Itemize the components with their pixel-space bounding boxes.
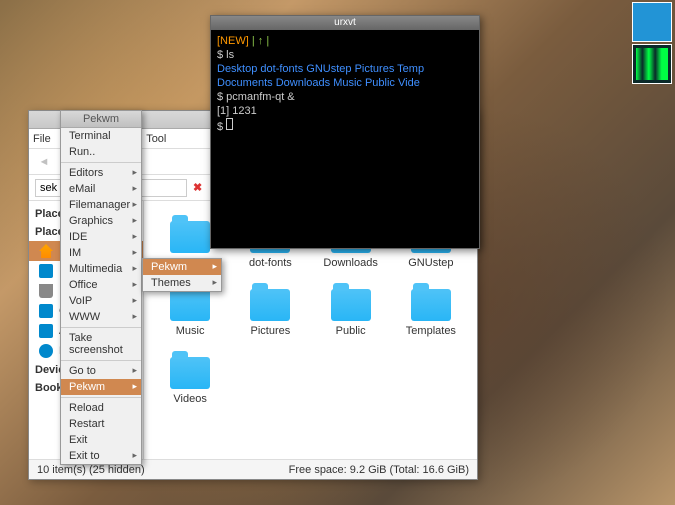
menu-tools[interactable]: Tool bbox=[146, 133, 166, 145]
menu-item-goto[interactable]: Go to bbox=[61, 363, 141, 379]
file-label: GNUstep bbox=[408, 257, 453, 269]
menu-item-ide[interactable]: IDE bbox=[61, 229, 141, 245]
file-label: Music bbox=[176, 325, 205, 337]
menu-item-restart[interactable]: Restart bbox=[61, 416, 141, 432]
network-icon bbox=[39, 344, 53, 358]
clear-path-icon[interactable]: ✖ bbox=[193, 181, 202, 194]
file-label: Templates bbox=[406, 325, 456, 337]
workspace-1[interactable] bbox=[632, 2, 672, 42]
file-item[interactable]: Music bbox=[154, 289, 226, 337]
file-label: Videos bbox=[173, 393, 206, 405]
status-space: Free space: 9.2 GiB (Total: 16.6 GiB) bbox=[289, 464, 469, 476]
trash-icon bbox=[39, 284, 53, 298]
file-item[interactable]: Pictures bbox=[234, 289, 306, 337]
menu-item-run[interactable]: Run.. bbox=[61, 144, 141, 160]
terminal-body[interactable]: [NEW] | ↑ | $ ls Desktop dot-fonts GNUst… bbox=[211, 30, 479, 138]
menu-item-multimedia[interactable]: Multimedia bbox=[61, 261, 141, 277]
folder-icon bbox=[250, 289, 290, 321]
file-item[interactable]: Videos bbox=[154, 357, 226, 405]
menu-item-voip[interactable]: VoIP bbox=[61, 293, 141, 309]
menu-item-filemanager[interactable]: Filemanager bbox=[61, 197, 141, 213]
folder-icon bbox=[331, 289, 371, 321]
file-item[interactable]: Public bbox=[315, 289, 387, 337]
status-count: 10 item(s) (25 hidden) bbox=[37, 464, 145, 476]
pekwm-root-menu: Pekwm TerminalRun.. EditorseMailFilemanag… bbox=[60, 110, 142, 465]
file-item[interactable]: Templates bbox=[395, 289, 467, 337]
folder-icon bbox=[170, 357, 210, 389]
terminal-window[interactable]: urxvt [NEW] | ↑ | $ ls Desktop dot-fonts… bbox=[210, 15, 480, 249]
menu-file[interactable]: File bbox=[33, 133, 51, 145]
menu-item-exit[interactable]: Exit bbox=[61, 432, 141, 448]
submenu-item-pekwm[interactable]: Pekwm bbox=[143, 259, 221, 275]
file-label: Public bbox=[336, 325, 366, 337]
file-label: Downloads bbox=[323, 257, 377, 269]
menu-item-exitto[interactable]: Exit to bbox=[61, 448, 141, 464]
cursor-icon bbox=[226, 118, 233, 130]
applications-icon bbox=[39, 324, 53, 338]
menu-item-im[interactable]: IM bbox=[61, 245, 141, 261]
desktop-icon bbox=[39, 264, 53, 278]
folder-icon bbox=[411, 289, 451, 321]
workspace-2[interactable] bbox=[632, 44, 672, 84]
menu-item-editors[interactable]: Editors bbox=[61, 165, 141, 181]
folder-icon bbox=[170, 289, 210, 321]
menu-item-office[interactable]: Office bbox=[61, 277, 141, 293]
computer-icon bbox=[39, 304, 53, 318]
menu-item-www[interactable]: WWW bbox=[61, 309, 141, 325]
menu-item-reload[interactable]: Reload bbox=[61, 400, 141, 416]
menu-item-email[interactable]: eMail bbox=[61, 181, 141, 197]
menu-item-terminal[interactable]: Terminal bbox=[61, 128, 141, 144]
terminal-titlebar[interactable]: urxvt bbox=[211, 16, 479, 30]
home-icon bbox=[39, 244, 53, 258]
file-label: Pictures bbox=[251, 325, 291, 337]
pekwm-submenu: PekwmThemes bbox=[142, 258, 222, 292]
menu-item-takescreenshot[interactable]: Take screenshot bbox=[61, 330, 141, 358]
submenu-item-themes[interactable]: Themes bbox=[143, 275, 221, 291]
back-button[interactable]: ◄ bbox=[33, 151, 55, 173]
file-label: dot-fonts bbox=[249, 257, 292, 269]
workspace-pager[interactable] bbox=[632, 2, 672, 84]
folder-icon bbox=[170, 221, 210, 253]
menu-item-graphics[interactable]: Graphics bbox=[61, 213, 141, 229]
menu-item-pekwm[interactable]: Pekwm bbox=[61, 379, 141, 395]
menu-title: Pekwm bbox=[61, 111, 141, 128]
